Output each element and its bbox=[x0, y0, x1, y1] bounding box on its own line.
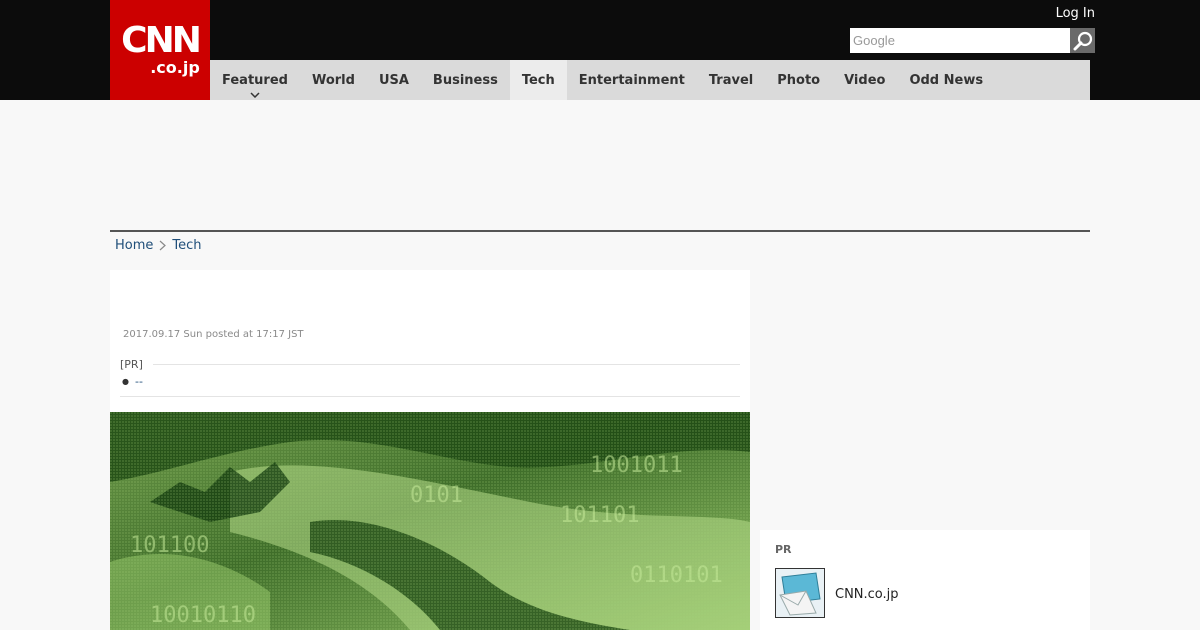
nav-label: USA bbox=[378, 72, 409, 88]
nav-label: Photo bbox=[777, 72, 821, 88]
pr-link[interactable]: -- bbox=[135, 375, 143, 388]
ad-space bbox=[110, 100, 1090, 230]
nav-item-odd-news[interactable]: Odd News bbox=[897, 60, 995, 100]
article-card: 2017.09.17 Sun posted at 17:17 JST [PR] … bbox=[110, 270, 750, 630]
nav-item-entertainment[interactable]: Entertainment bbox=[567, 60, 697, 100]
nav-label: Entertainment bbox=[578, 72, 685, 88]
nav-label: Business bbox=[432, 72, 498, 88]
pr-divider bbox=[152, 364, 740, 365]
cnn-logo[interactable]: CNN .co.jp bbox=[110, 0, 210, 100]
nav-item-usa[interactable]: USA bbox=[367, 60, 421, 100]
pr-list-item: ● -- bbox=[120, 375, 740, 388]
chevron-right-icon bbox=[159, 240, 167, 251]
pr-label: [PR] bbox=[120, 358, 143, 371]
pr-block: [PR] ● -- bbox=[120, 358, 740, 388]
breadcrumb: Home Tech bbox=[115, 238, 202, 253]
nav-label: Featured bbox=[222, 72, 288, 88]
hero-image: 1001011 101101 0110101 101100 10010110 0… bbox=[110, 412, 750, 630]
main-nav: Featured World USA Business Tech Enterta… bbox=[210, 60, 1090, 100]
pr-bottom-divider bbox=[120, 396, 740, 397]
breadcrumb-tech[interactable]: Tech bbox=[172, 238, 201, 253]
nav-label: Tech bbox=[521, 72, 555, 88]
nav-item-tech[interactable]: Tech bbox=[509, 60, 567, 100]
chevron-down-icon bbox=[250, 92, 260, 98]
nav-label: Odd News bbox=[909, 72, 984, 88]
search-icon bbox=[1073, 31, 1092, 50]
sidebar-pr-box: PR CNN.co.jp bbox=[760, 530, 1090, 630]
logo-sub-text: .co.jp bbox=[150, 58, 200, 77]
nav-label: Travel bbox=[708, 72, 754, 88]
search-button[interactable] bbox=[1070, 28, 1095, 53]
nav-item-world[interactable]: World bbox=[300, 60, 367, 100]
nav-item-photo[interactable]: Photo bbox=[765, 60, 832, 100]
nav-item-travel[interactable]: Travel bbox=[697, 60, 765, 100]
binary-code-image: 1001011 101101 0110101 101100 10010110 0… bbox=[110, 412, 750, 630]
posted-timestamp: 2017.09.17 Sun posted at 17:17 JST bbox=[123, 329, 304, 340]
nav-item-featured[interactable]: Featured bbox=[210, 60, 300, 100]
pr-header: [PR] bbox=[120, 358, 740, 371]
sidebar-pr-label: PR bbox=[775, 543, 792, 556]
search-input[interactable] bbox=[850, 28, 1070, 53]
login-link[interactable]: Log In bbox=[1056, 6, 1095, 21]
nav-item-video[interactable]: Video bbox=[832, 60, 897, 100]
nav-label: World bbox=[311, 72, 355, 88]
sidebar-item-text[interactable]: CNN.co.jp bbox=[835, 587, 899, 602]
logo-main-text: CNN bbox=[121, 20, 202, 61]
mail-thumbnail-icon[interactable] bbox=[775, 568, 825, 618]
nav-item-business[interactable]: Business bbox=[421, 60, 510, 100]
breadcrumb-home[interactable]: Home bbox=[115, 238, 153, 253]
nav-label: Video bbox=[844, 72, 886, 88]
bullet-icon: ● bbox=[122, 377, 129, 386]
section-divider bbox=[110, 230, 1090, 232]
